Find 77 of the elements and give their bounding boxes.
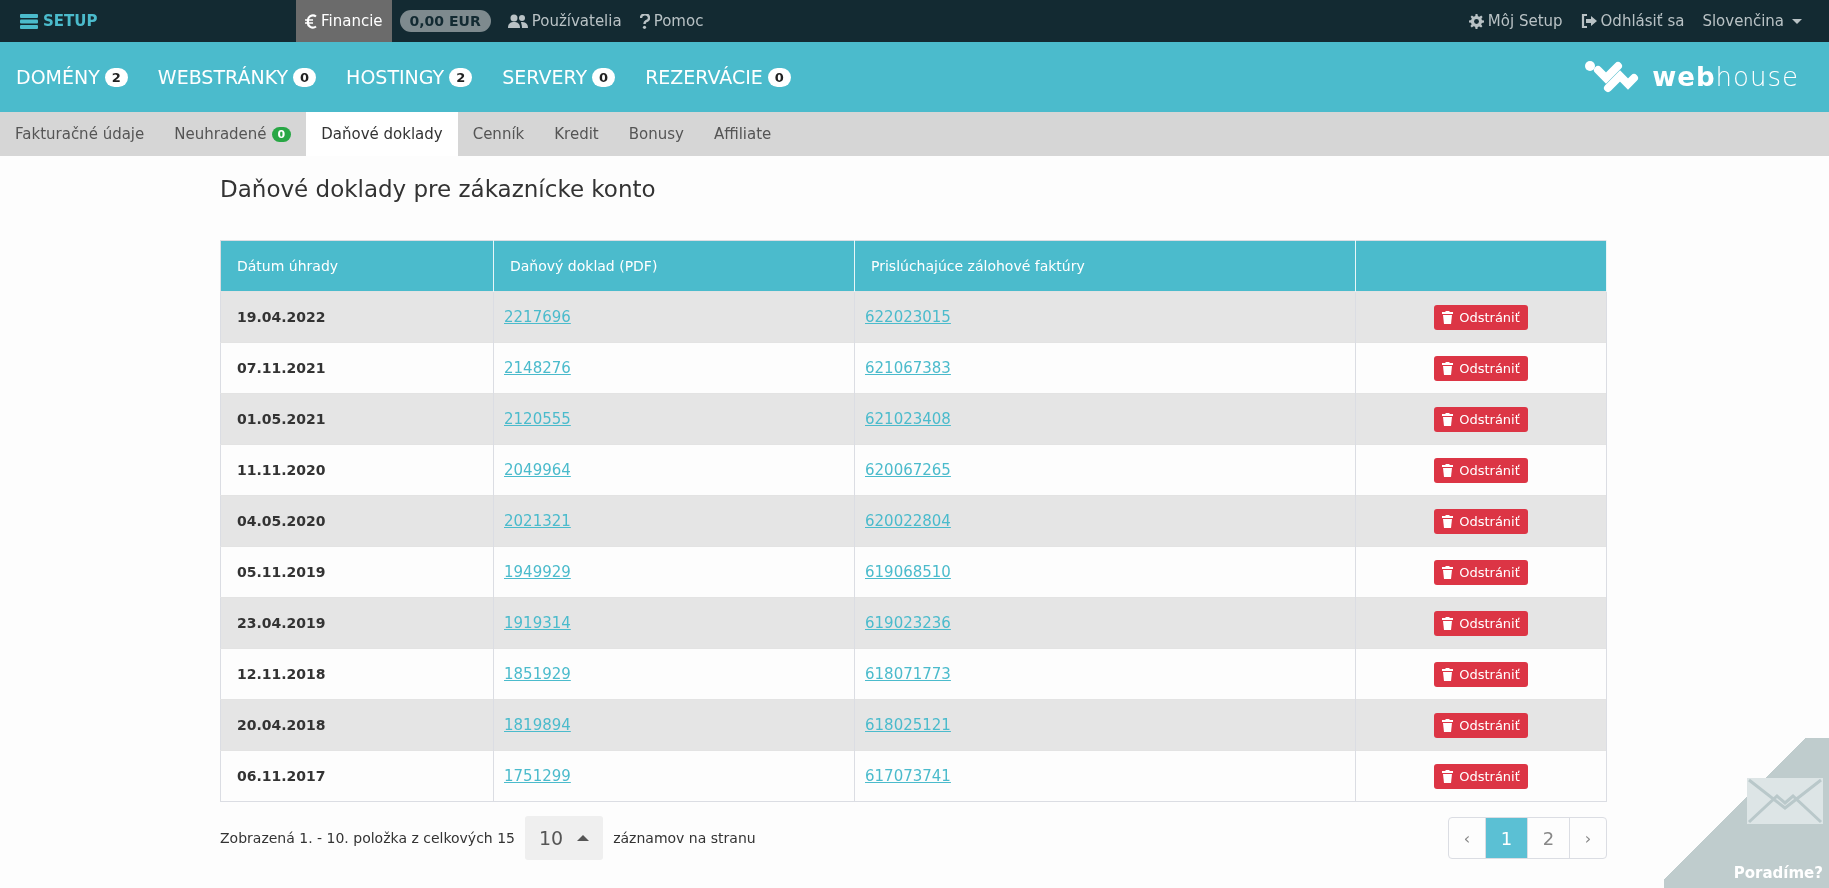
- euro-icon: [305, 13, 317, 29]
- trash-icon: [1442, 565, 1454, 579]
- tab[interactable]: Cenník: [457, 112, 540, 156]
- count-badge: 0: [592, 67, 616, 87]
- nav-link[interactable]: Pomoc: [630, 0, 713, 42]
- column-header: Daňový doklad (PDF): [493, 240, 855, 292]
- table-cell: 04.05.2020: [220, 495, 494, 547]
- page-title: Daňové doklady pre zákaznícke konto: [220, 176, 657, 202]
- trash-icon: [1442, 616, 1454, 630]
- table-cell: 07.11.2021: [220, 342, 494, 394]
- language-dropdown[interactable]: Slovenčina: [1693, 0, 1811, 42]
- invoice-link[interactable]: 621067383: [865, 359, 951, 377]
- column-header: Prislúchajúce zálohové faktúry: [854, 240, 1356, 292]
- table-cell: 23.04.2019: [220, 597, 494, 649]
- nav-link[interactable]: HOSTINGY 2: [346, 66, 473, 88]
- records-summary: Zobrazená 1. - 10. položka z celkových 15: [220, 830, 515, 846]
- delete-button[interactable]: Odstrániť: [1434, 508, 1528, 534]
- nav-link[interactable]: SERVERY 0: [502, 66, 616, 88]
- nav-link[interactable]: WEBSTRÁNKY 0: [157, 66, 317, 88]
- delete-button[interactable]: Odstrániť: [1434, 304, 1528, 330]
- delete-button[interactable]: Odstrániť: [1434, 559, 1528, 585]
- nav-link[interactable]: Môj Setup: [1459, 0, 1572, 42]
- envelope-icon: [1747, 778, 1823, 824]
- logo-icon: [1584, 60, 1641, 94]
- nav-link[interactable]: REZERVÁCIE 0: [645, 66, 791, 88]
- nav-link[interactable]: Používatelia: [498, 0, 631, 42]
- table-cell: 11.11.2020: [220, 444, 494, 496]
- count-badge: 2: [449, 67, 473, 87]
- table-cell: 19.04.2022: [220, 291, 494, 343]
- users-icon: [507, 14, 528, 28]
- delete-button[interactable]: Odstrániť: [1434, 712, 1528, 738]
- count-badge: 0: [271, 126, 292, 142]
- nav-link[interactable]: DOMÉNY 2: [16, 66, 128, 88]
- help-label: Poradíme?: [1733, 864, 1823, 882]
- trash-icon: [1442, 463, 1454, 477]
- count-badge: 0: [767, 67, 791, 87]
- caret-icon: [1792, 18, 1802, 24]
- count-badge: 0: [293, 67, 317, 87]
- tab[interactable]: Kredit: [539, 112, 614, 156]
- delete-button[interactable]: Odstrániť: [1434, 661, 1528, 687]
- column-header: Dátum úhrady: [220, 240, 494, 292]
- nav-link[interactable]: Odhlásiť sa: [1571, 0, 1694, 42]
- trash-icon: [1442, 718, 1454, 732]
- trash-icon: [1442, 310, 1454, 324]
- balance-badge: 0,00 EUR: [399, 10, 491, 32]
- logo-text: webhouse: [1652, 62, 1799, 92]
- count-badge: 2: [104, 67, 128, 87]
- trash-icon: [1442, 667, 1454, 681]
- page-size-label: záznamov na stranu: [613, 830, 756, 846]
- sign-out-icon: [1580, 14, 1597, 28]
- tab[interactable]: Bonusy: [613, 112, 699, 156]
- tab[interactable]: Daňové doklady: [306, 112, 458, 156]
- brand-link[interactable]: SETUP: [20, 0, 296, 42]
- delete-button[interactable]: Odstrániť: [1434, 406, 1528, 432]
- trash-icon: [1442, 361, 1454, 375]
- delete-button[interactable]: Odstrániť: [1434, 763, 1528, 789]
- tab[interactable]: Affiliate: [698, 112, 787, 156]
- next-page-button[interactable]: ›: [1570, 818, 1606, 858]
- table-cell: 06.11.2017: [220, 750, 494, 802]
- tab[interactable]: Neuhradené 0: [159, 112, 307, 156]
- trash-icon: [1442, 412, 1454, 426]
- delete-button[interactable]: Odstrániť: [1434, 610, 1528, 636]
- table-cell: 05.11.2019: [220, 546, 494, 598]
- nav-link[interactable]: Financie: [296, 0, 392, 42]
- table-cell: 12.11.2018: [220, 648, 494, 700]
- delete-button[interactable]: Odstrániť: [1434, 355, 1528, 381]
- table-cell: 01.05.2021: [220, 393, 494, 445]
- question-icon: [639, 13, 650, 29]
- delete-button[interactable]: Odstrániť: [1434, 457, 1528, 483]
- table-cell: 20.04.2018: [220, 699, 494, 751]
- trash-icon: [1442, 769, 1454, 783]
- tab[interactable]: Fakturačné údaje: [0, 112, 160, 156]
- trash-icon: [1442, 514, 1454, 528]
- page-size-dropdown[interactable]: 10: [525, 816, 604, 860]
- page-button[interactable]: 2: [1528, 818, 1570, 858]
- caret-icon: [577, 835, 590, 841]
- settings-icon: [1468, 13, 1484, 29]
